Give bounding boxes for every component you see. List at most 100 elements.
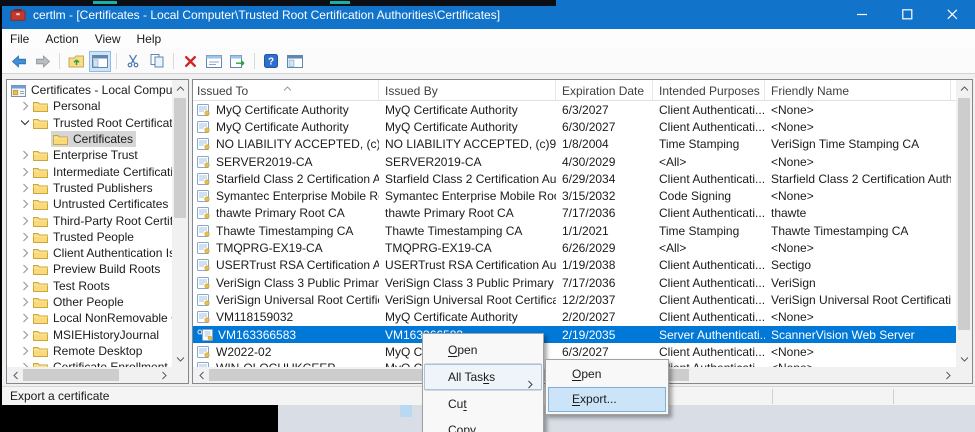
cell-expiration: 7/17/2036: [556, 276, 653, 290]
chevron-right-icon[interactable]: [20, 248, 30, 258]
tree-item-enterprise-trust[interactable]: Enterprise Trust: [7, 147, 172, 163]
certificate-icon: [197, 225, 211, 237]
all-tasks-submenu: Open Export...: [545, 359, 669, 415]
chevron-right-icon[interactable]: [20, 330, 30, 340]
scroll-down-icon[interactable]: [172, 351, 188, 367]
scroll-up-icon[interactable]: [956, 80, 972, 96]
cell-friendly: <None>: [765, 310, 951, 324]
copy-icon[interactable]: [146, 51, 168, 72]
tree-item-personal[interactable]: Personal: [7, 98, 172, 114]
scroll-down-icon[interactable]: [956, 351, 972, 367]
tree-item-msie-history[interactable]: MSIEHistoryJournal: [7, 326, 172, 342]
tree-item-client-auth[interactable]: Client Authentication Issu: [7, 245, 172, 261]
forward-icon[interactable]: [32, 51, 54, 72]
tree-item-trusted-root[interactable]: Trusted Root Certification: [7, 115, 172, 131]
table-row[interactable]: VeriSign Class 3 Public Primary ... Veri…: [193, 274, 956, 291]
chevron-right-icon[interactable]: [20, 297, 30, 307]
table-row[interactable]: thawte Primary Root CA thawte Primary Ro…: [193, 205, 956, 222]
new-window-icon[interactable]: [284, 51, 306, 72]
show-console-tree-icon[interactable]: [89, 51, 111, 72]
menu-view[interactable]: View: [87, 29, 129, 49]
chevron-right-icon[interactable]: [20, 313, 30, 323]
tree-root[interactable]: Certificates - Local Computer: [7, 82, 172, 98]
cell-expiration: 7/17/2036: [556, 206, 653, 220]
table-row[interactable]: W2022-02 MyQ Certificate Authority 6/3/2…: [193, 343, 956, 360]
chevron-right-icon[interactable]: [20, 346, 30, 356]
chevron-right-icon[interactable]: [20, 232, 30, 242]
table-row[interactable]: Symantec Enterprise Mobile Ro... Symante…: [193, 187, 956, 204]
scrollbar-thumb[interactable]: [174, 98, 186, 218]
tree-item-trusted-publishers[interactable]: Trusted Publishers: [7, 180, 172, 196]
scroll-up-icon[interactable]: [172, 80, 188, 96]
table-row[interactable]: TMQPRG-EX19-CA TMQPRG-EX19-CA 6/26/2029 …: [193, 239, 956, 256]
list-vertical-scrollbar[interactable]: [956, 80, 972, 367]
up-level-icon[interactable]: [65, 51, 87, 72]
help-icon[interactable]: ?: [260, 51, 282, 72]
tree-item-intermediate[interactable]: Intermediate Certification: [7, 163, 172, 179]
maximize-button[interactable]: [885, 0, 930, 29]
chevron-right-icon[interactable]: [20, 281, 30, 291]
tree-item-remote-desktop[interactable]: Remote Desktop: [7, 343, 172, 359]
tree-root-label: Certificates - Local Computer: [31, 83, 172, 97]
cell-issued-to: USERTrust RSA Certification Aut...: [216, 258, 379, 272]
scroll-left-icon[interactable]: [193, 367, 209, 383]
table-row[interactable]: Starfield Class 2 Certification A... Sta…: [193, 170, 956, 187]
chevron-right-icon[interactable]: [20, 183, 30, 193]
scroll-right-icon[interactable]: [156, 367, 172, 383]
column-header-friendly[interactable]: Friendly Name: [765, 80, 951, 101]
menu-file[interactable]: File: [2, 29, 37, 49]
chevron-right-icon[interactable]: [20, 199, 30, 209]
tree-item-test-roots[interactable]: Test Roots: [7, 278, 172, 294]
tree-item-cert-enrollment[interactable]: Certificate Enrollment Req: [7, 359, 172, 367]
chevron-right-icon[interactable]: [20, 167, 30, 177]
close-button[interactable]: [930, 0, 975, 29]
export-list-icon[interactable]: [227, 51, 249, 72]
table-row[interactable]: MyQ Certificate Authority MyQ Certificat…: [193, 118, 956, 135]
table-row[interactable]: VeriSign Universal Root Certific... Veri…: [193, 291, 956, 308]
tree-item-certificates-selected[interactable]: Certificates: [7, 131, 172, 147]
context-menu-item-cut[interactable]: Cut: [424, 391, 542, 417]
cut-icon[interactable]: [122, 51, 144, 72]
scrollbar-thumb[interactable]: [958, 98, 970, 330]
context-menu-item-open[interactable]: Open: [424, 337, 542, 363]
tree-item-trusted-people[interactable]: Trusted People: [7, 229, 172, 245]
tree-item-other-people[interactable]: Other People: [7, 294, 172, 310]
scroll-left-icon[interactable]: [7, 367, 23, 383]
menu-action[interactable]: Action: [37, 29, 86, 49]
chevron-right-icon[interactable]: [20, 150, 30, 160]
table-row[interactable]: Thawte Timestamping CA Thawte Timestampi…: [193, 222, 956, 239]
context-menu-item-all-tasks[interactable]: All Tasks: [424, 364, 542, 390]
cell-purposes: Client Authenticati...: [653, 120, 765, 134]
menu-help[interactable]: Help: [129, 29, 170, 49]
table-row[interactable]: SERVER2019-CA SERVER2019-CA 4/30/2029 <A…: [193, 153, 956, 170]
chevron-right-icon[interactable]: [20, 264, 30, 274]
context-menu-item-copy[interactable]: Copy: [424, 417, 542, 432]
column-header-expiration[interactable]: Expiration Date: [556, 80, 653, 101]
column-header-issued-by[interactable]: Issued By: [379, 80, 556, 101]
cell-issued-by: NO LIABILITY ACCEPTED, (c)97 Ve...: [379, 137, 556, 151]
properties-icon[interactable]: [203, 51, 225, 72]
column-header-purposes[interactable]: Intended Purposes: [653, 80, 765, 101]
back-icon[interactable]: [8, 51, 30, 72]
scroll-right-icon[interactable]: [940, 367, 956, 383]
submenu-item-open[interactable]: Open: [548, 362, 666, 387]
tree-item-local-nonremovable[interactable]: Local NonRemovable Cert: [7, 310, 172, 326]
tree-item-preview-build[interactable]: Preview Build Roots: [7, 261, 172, 277]
table-row[interactable]: NO LIABILITY ACCEPTED, (c)97 ... NO LIAB…: [193, 136, 956, 153]
table-row[interactable]: USERTrust RSA Certification Aut... USERT…: [193, 257, 956, 274]
table-row-selected[interactable]: VM163366583 VM163366583 2/19/2035 Server…: [193, 326, 956, 343]
table-row[interactable]: MyQ Certificate Authority MyQ Certificat…: [193, 101, 956, 118]
scrollbar-thumb[interactable]: [23, 369, 119, 381]
delete-icon[interactable]: [179, 51, 201, 72]
tree-item-third-party[interactable]: Third-Party Root Certifica: [7, 212, 172, 228]
tree-vertical-scrollbar[interactable]: [172, 80, 188, 367]
chevron-right-icon[interactable]: [20, 216, 30, 226]
submenu-item-export[interactable]: Export...: [548, 387, 666, 412]
tree-item-untrusted[interactable]: Untrusted Certificates: [7, 196, 172, 212]
chevron-down-icon[interactable]: [20, 119, 30, 126]
tree-horizontal-scrollbar[interactable]: [7, 367, 172, 383]
minimize-button[interactable]: [840, 0, 885, 29]
table-row[interactable]: VM118159032 MyQ Certificate Authority 2/…: [193, 309, 956, 326]
chevron-right-icon[interactable]: [20, 101, 30, 111]
cell-issued-by: Thawte Timestamping CA: [379, 224, 556, 238]
